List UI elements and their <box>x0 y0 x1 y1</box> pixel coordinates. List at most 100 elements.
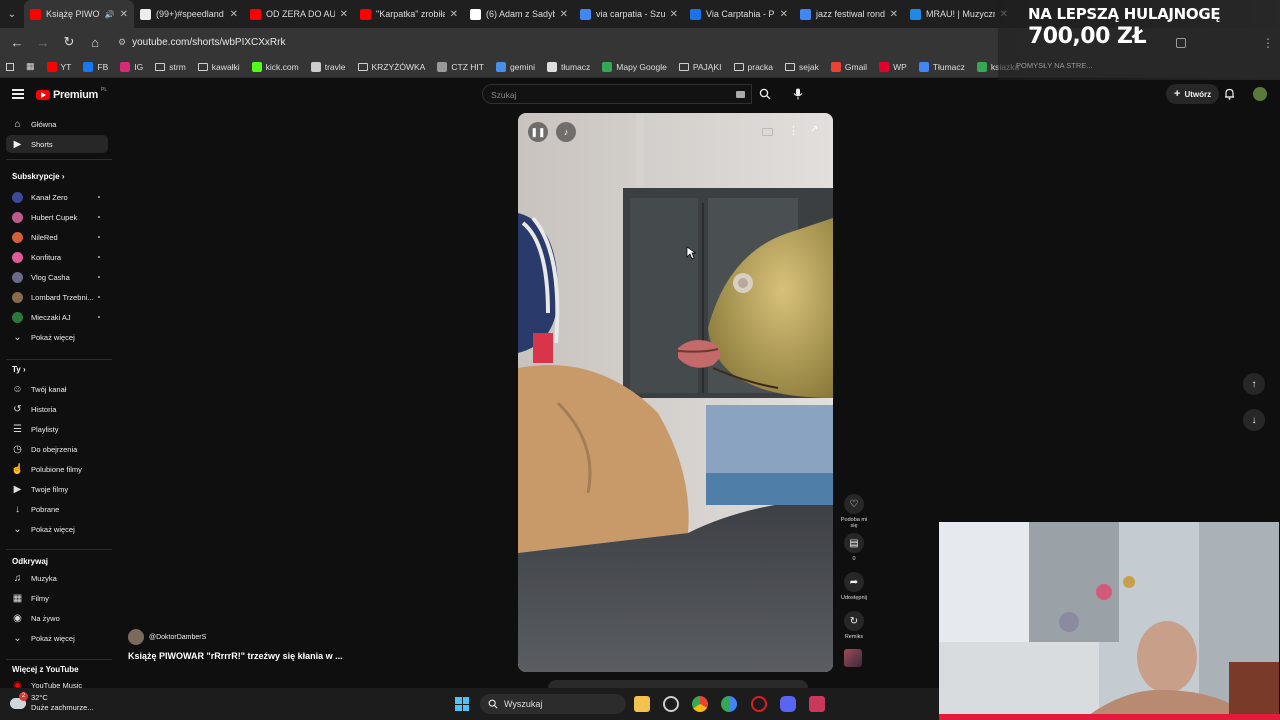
remix-icon[interactable]: ↻ <box>844 611 864 631</box>
bookmark-item[interactable]: WP <box>879 61 907 72</box>
browser-tab[interactable]: Via Carptahia - Pr ✕ <box>684 0 794 28</box>
close-tab-icon[interactable]: ✕ <box>780 9 788 20</box>
bookmark-item[interactable]: kick.com <box>251 61 299 72</box>
captions-icon[interactable] <box>762 128 773 136</box>
create-button[interactable]: + Utwórz <box>1166 84 1220 104</box>
sidebar-item-like[interactable]: ☝ Polubione filmy <box>6 460 108 478</box>
comment-action[interactable]: ▤ 0 <box>837 533 871 562</box>
clock-app-icon[interactable] <box>663 696 679 712</box>
close-tab-icon[interactable]: ✕ <box>670 9 678 20</box>
sidebar-subscription[interactable]: NileRed <box>6 228 108 246</box>
share-action[interactable]: ➦ Udostępnij <box>837 572 871 601</box>
sidebar-item-watch-later[interactable]: ◷ Do obejrzenia <box>6 440 108 458</box>
browser-tab[interactable]: jazz festiwal ronda ✕ <box>794 0 904 28</box>
show-more-subscriptions[interactable]: ⌄ Pokaż więcej <box>6 328 108 346</box>
forward-icon[interactable]: → <box>32 31 54 53</box>
sidebar-subscription[interactable]: Vlog Casha <box>6 268 108 286</box>
browser-tab[interactable]: via carpatia - Szuk ✕ <box>574 0 684 28</box>
sidebar-item-live[interactable]: ◉ Na żywo <box>6 609 108 627</box>
pause-button[interactable]: ❚❚ <box>528 122 548 142</box>
chrome-icon[interactable] <box>692 696 708 712</box>
remix-action[interactable]: ↻ Remiks <box>837 611 871 640</box>
bookmark-item[interactable]: gemini <box>495 61 535 72</box>
sidebar-item-download[interactable]: ↓ Pobrane <box>6 500 108 518</box>
short-channel[interactable]: @DoktorDamberS <box>128 629 206 645</box>
short-video-player[interactable]: ❚❚ ♪ ⋮ ↗ <box>518 113 833 672</box>
bookmark-item[interactable]: IG <box>120 61 143 72</box>
discord-icon[interactable] <box>780 696 796 712</box>
close-tab-icon[interactable]: ✕ <box>340 9 348 20</box>
bookmark-item[interactable]: PAJĄKI <box>678 62 722 72</box>
site-info-icon[interactable]: ⚙ <box>118 37 126 48</box>
sidebar-item-history[interactable]: ↺ Historia <box>6 400 108 418</box>
bookmark-item[interactable]: pracka <box>733 62 773 72</box>
bookmark-item[interactable]: kawałki <box>197 62 240 72</box>
bookmark-item[interactable]: strm <box>155 62 186 72</box>
bookmark-item[interactable]: travle <box>310 61 346 72</box>
you-header[interactable]: Ty › <box>12 365 26 374</box>
sidebar-subscription[interactable]: Konfitura <box>6 248 108 266</box>
bookmark-square-icon[interactable] <box>6 62 14 71</box>
sidebar-item-home[interactable]: ⌂ Główna <box>6 115 108 133</box>
bookmark-item[interactable]: sejak <box>785 62 819 72</box>
home-button-icon[interactable]: ⌂ <box>84 31 106 53</box>
taskbar-search[interactable]: Wyszukaj <box>480 694 626 714</box>
close-tab-icon[interactable]: ✕ <box>560 9 568 20</box>
channel-avatar[interactable] <box>128 629 144 645</box>
sidebar-subscription[interactable]: Kanał Zero <box>6 188 108 206</box>
browser-tab[interactable]: OD ZERA DO AUT ✕ <box>244 0 354 28</box>
apps-grid-icon[interactable]: ▦ <box>26 61 35 72</box>
short-title[interactable]: Książę PIWOWAR "rRrrrR!" trzeźwy się kła… <box>128 651 343 661</box>
extensions-icon[interactable] <box>1176 38 1186 48</box>
sidebar-subscription[interactable]: Hubert Cupek <box>6 208 108 226</box>
bookmark-item[interactable]: tłumacz <box>546 61 590 72</box>
hamburger-menu-icon[interactable] <box>12 89 24 99</box>
more-options-icon[interactable]: ⋮ <box>788 124 799 137</box>
close-tab-icon[interactable]: ✕ <box>450 9 458 20</box>
next-short-button[interactable]: ↓ <box>1243 409 1265 431</box>
sidebar-item-film[interactable]: ▦ Filmy <box>6 589 108 607</box>
next-short-peek[interactable] <box>548 680 808 688</box>
voice-search-button[interactable] <box>788 84 808 104</box>
back-icon[interactable]: ← <box>6 31 28 53</box>
subscriptions-header[interactable]: Subskrypcje › <box>12 172 64 181</box>
bookmark-item[interactable]: Tłumacz <box>918 61 965 72</box>
account-avatar[interactable] <box>1253 87 1267 101</box>
bookmark-item[interactable]: YT <box>46 61 71 72</box>
sidebar-item-your-videos[interactable]: ▶ Twoje filmy <box>6 480 108 498</box>
reload-icon[interactable]: ↻ <box>58 31 80 53</box>
comment-icon[interactable]: ▤ <box>844 533 864 553</box>
sidebar-item-chevron-down[interactable]: ⌄ Pokaż więcej <box>6 629 108 647</box>
bookmark-item[interactable]: CTZ HIT <box>437 61 484 72</box>
heart-icon[interactable]: ♡ <box>844 494 864 514</box>
like-action[interactable]: ♡ Podoba mi się <box>837 494 871 529</box>
mute-button[interactable]: ♪ <box>556 122 576 142</box>
file-explorer-icon[interactable] <box>634 696 650 712</box>
youtube-logo[interactable]: Premium PL <box>36 87 107 101</box>
fullscreen-icon[interactable]: ↗ <box>810 124 818 135</box>
close-tab-icon[interactable]: ✕ <box>120 9 128 20</box>
audio-playing-icon[interactable]: 🔊 <box>105 10 115 19</box>
browser-tab[interactable]: (6) Adam z Sadyb ✕ <box>464 0 574 28</box>
channel-handle[interactable]: @DoktorDamberS <box>149 634 206 641</box>
windows-start-icon[interactable] <box>455 697 469 711</box>
search-button[interactable] <box>752 84 778 104</box>
sidebar-item-playlist[interactable]: ☰ Playlisty <box>6 420 108 438</box>
keyboard-icon[interactable] <box>736 91 745 98</box>
sidebar-item-shorts[interactable]: ▶ Shorts <box>6 135 108 153</box>
menu-icon[interactable]: ⋮ <box>1262 36 1274 50</box>
bookmark-item[interactable]: Mapy Google <box>602 61 667 72</box>
sound-thumbnail[interactable] <box>844 649 862 667</box>
bookmark-item[interactable]: KRZYŻÓWKA <box>357 62 425 72</box>
sidebar-item-music[interactable]: ♫ Muzyka <box>6 569 108 587</box>
notifications-bell-icon[interactable] <box>1224 87 1235 105</box>
previous-short-button[interactable]: ↑ <box>1243 373 1265 395</box>
browser-tab[interactable]: (99+)#speedland ✕ <box>134 0 244 28</box>
share-icon[interactable]: ➦ <box>844 572 864 592</box>
address-bar[interactable]: ⚙ youtube.com/shorts/wbPIXCXxRrk <box>110 31 750 53</box>
bookmark-item[interactable]: Gmail <box>830 61 867 72</box>
app-icon[interactable] <box>809 696 825 712</box>
sidebar-subscription[interactable]: Mieczaki AJ <box>6 308 108 326</box>
browser-icon[interactable] <box>721 696 737 712</box>
sidebar-item-chevron-down[interactable]: ⌄ Pokaż więcej <box>6 520 108 538</box>
